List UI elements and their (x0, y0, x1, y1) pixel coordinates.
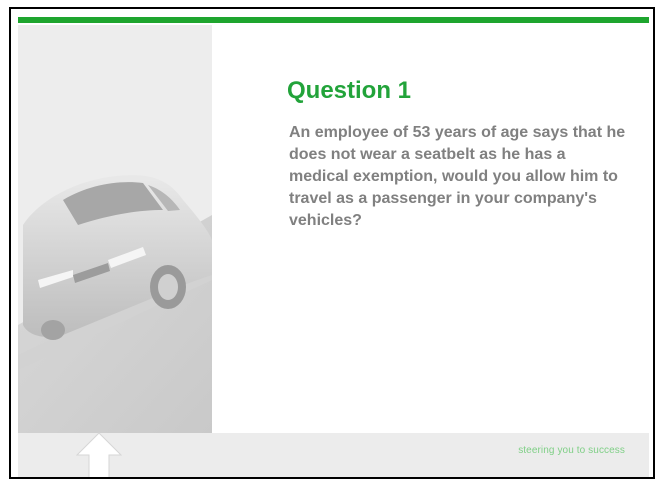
left-image-panel (18, 25, 212, 433)
question-title: Question 1 (287, 77, 412, 104)
top-accent-bar (18, 17, 649, 23)
tagline: steering you to success (518, 445, 625, 456)
up-arrow-icon (75, 432, 123, 477)
question-text: An employee of 53 years of age says that… (289, 124, 626, 229)
slide: steering you to success Question 1 An em… (9, 7, 655, 479)
car-image (18, 25, 212, 433)
